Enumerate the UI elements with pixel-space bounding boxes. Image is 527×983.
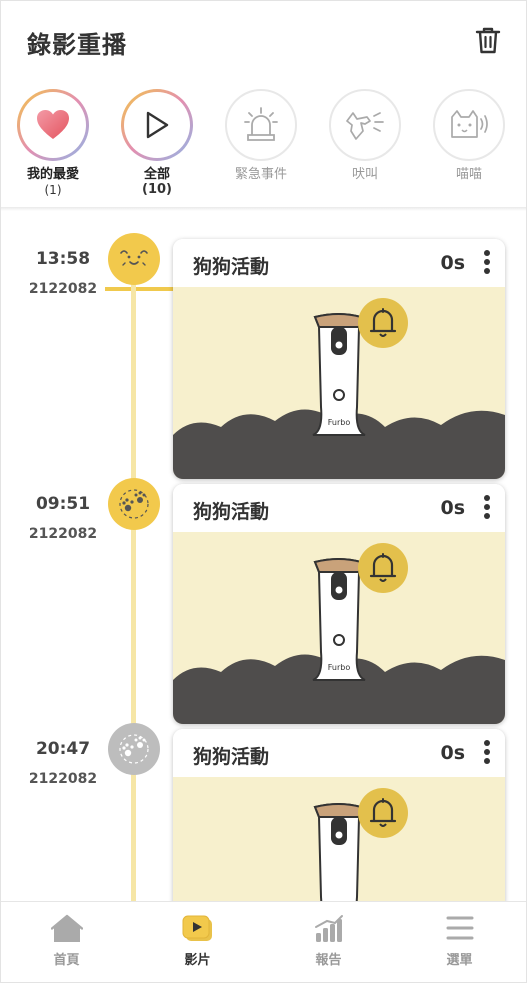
nav-label: 選單 (446, 953, 473, 968)
header: 錄影重播 (1, 1, 526, 79)
furbo-brand-text: Furbo (328, 663, 351, 672)
report-chart-icon (314, 915, 343, 942)
card-title: 狗狗活動 (193, 746, 270, 768)
furbo-camera-illustration (313, 803, 363, 901)
more-options-icon[interactable] (483, 495, 491, 521)
more-options-icon[interactable] (483, 250, 491, 276)
recording-card[interactable]: 狗狗活動 0s Furbo (173, 484, 505, 724)
filter-label: 吠叫 (351, 167, 378, 182)
event-dot (108, 723, 160, 775)
recording-timeline[interactable]: 13:58 2122082 狗狗活動 0s Furbo 09:51 212208… (1, 211, 526, 901)
dog-face-icon (120, 250, 148, 266)
more-options-icon[interactable] (483, 740, 491, 766)
filter-meowing[interactable]: 喵喵 (417, 85, 521, 209)
filter-label: 我的最愛 (26, 167, 79, 182)
home-icon (50, 914, 83, 942)
nav-report[interactable]: 報告 (263, 902, 394, 982)
nav-videos[interactable]: 影片 (132, 902, 263, 982)
app-screen: 錄影重播 我的最愛 (1) 全部 (10) 緊急事件 吠叫 喵喵 13:58 2… (0, 0, 527, 983)
timeline-entry: 13:58 2122082 狗狗活動 0s Furbo (1, 231, 526, 479)
entry-date: 2122082 (28, 281, 98, 297)
paw-activity-icon (119, 734, 149, 764)
entry-time: 20:47 (35, 739, 91, 759)
bottom-navigation: 首頁 影片 報告 選單 (1, 901, 526, 982)
bell-badge (358, 788, 408, 838)
nav-menu[interactable]: 選單 (394, 902, 525, 982)
event-dot (108, 233, 160, 285)
filter-label: 全部 (143, 167, 170, 182)
furbo-brand-text: Furbo (328, 418, 351, 427)
timeline-entry: 09:51 2122082 狗狗活動 0s Furbo (1, 476, 526, 724)
menu-icon (446, 916, 473, 940)
furbo-camera-illustration: Furbo (312, 313, 366, 436)
filter-favorites[interactable]: 我的最愛 (1) (1, 85, 105, 209)
card-title: 狗狗活動 (193, 256, 270, 278)
nav-label: 首頁 (53, 953, 80, 968)
heart-icon (37, 110, 69, 139)
recording-card[interactable]: 狗狗活動 0s Furbo (173, 239, 505, 479)
entry-date: 2122082 (28, 771, 98, 787)
nav-home[interactable]: 首頁 (1, 902, 132, 982)
video-thumbnail: Furbo (173, 532, 505, 724)
meowing-cat-icon (451, 110, 488, 138)
filter-count: (10) (142, 182, 172, 197)
nav-label: 影片 (184, 953, 211, 968)
video-thumbnail (173, 777, 505, 901)
filter-barking[interactable]: 吠叫 (313, 85, 417, 209)
card-duration: 0s (440, 497, 465, 519)
timeline-entry: 20:47 2122082 狗狗活動 0s (1, 721, 526, 901)
entry-time: 13:58 (35, 249, 91, 269)
play-icon (146, 111, 169, 139)
filter-bar: 我的最愛 (1) 全部 (10) 緊急事件 吠叫 喵喵 (1, 85, 526, 291)
video-thumbnail: Furbo (173, 287, 505, 479)
nav-label: 報告 (315, 953, 342, 968)
filter-all[interactable]: 全部 (10) (105, 85, 209, 209)
card-duration: 0s (440, 742, 465, 764)
filter-count: (1) (44, 183, 62, 197)
entry-date: 2122082 (28, 526, 98, 542)
filter-emergency[interactable]: 緊急事件 (209, 85, 313, 209)
video-icon (182, 915, 212, 941)
alarm-icon (244, 107, 278, 141)
paw-activity-icon (119, 489, 149, 519)
event-dot (108, 478, 160, 530)
entry-time: 09:51 (35, 494, 91, 514)
filter-label: 緊急事件 (234, 167, 287, 182)
card-title: 狗狗活動 (193, 501, 270, 523)
card-duration: 0s (440, 252, 465, 274)
filter-label: 喵喵 (455, 167, 482, 182)
bell-badge (358, 298, 408, 348)
furbo-camera-illustration: Furbo (312, 558, 366, 681)
recording-card[interactable]: 狗狗活動 0s (173, 729, 505, 901)
page-title: 錄影重播 (27, 31, 127, 59)
bell-badge (358, 543, 408, 593)
trash-icon[interactable] (474, 25, 502, 55)
barking-dog-icon (346, 112, 384, 140)
